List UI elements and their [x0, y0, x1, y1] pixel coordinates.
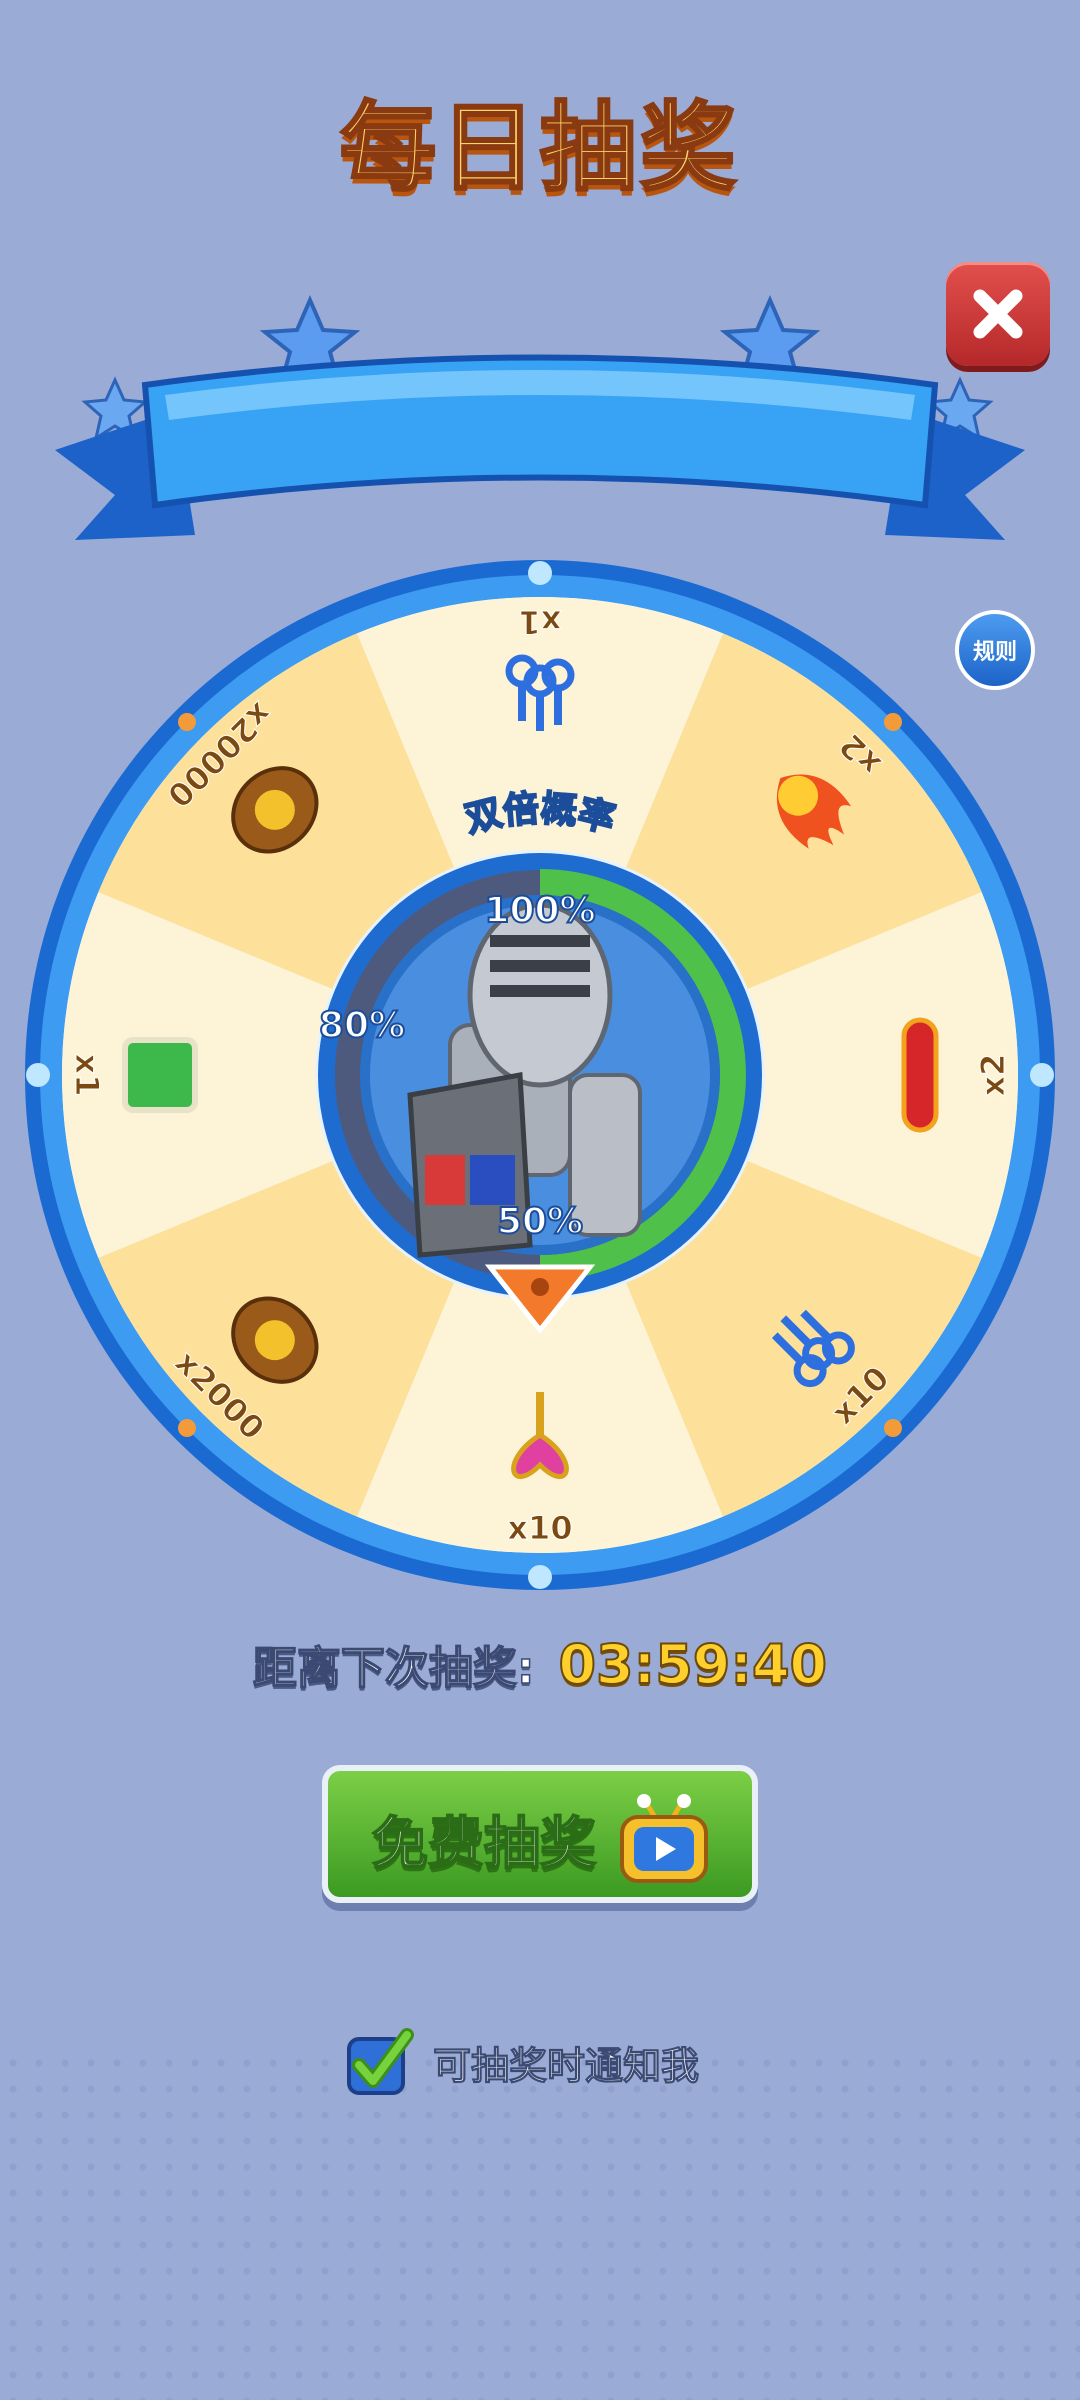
free-spin-button[interactable]: 免费抽奖 [322, 1765, 758, 1903]
timer-label: 距离下次抽奖: [252, 1642, 535, 1695]
notify-option[interactable]: 可抽奖时通知我 [345, 2022, 700, 2102]
timer-value: 03:59:40 [557, 1632, 828, 1697]
segment-amount-label: x1 [68, 1054, 106, 1097]
mystery-box-icon [122, 1037, 198, 1113]
next-spin-timer: 距离下次抽奖: 03:59:40 [0, 1632, 1080, 1697]
close-icon [973, 289, 1023, 339]
page-title: 每日抽奖 [339, 91, 740, 206]
progress-label-80: 80% [319, 1005, 405, 1046]
free-spin-label: 免费抽奖 [371, 1811, 597, 1878]
segment-amount-label: x10 [507, 1509, 572, 1547]
prize-wheel: x1 x2 x2 x10 x10 x2000 x1 x20000 双倍概率 10… [20, 555, 1060, 1595]
video-ad-icon [620, 1794, 708, 1883]
notify-label: 可抽奖时通知我 [432, 2043, 700, 2088]
segment-amount-label: x2 [974, 1054, 1012, 1097]
skateboard-icon [901, 1017, 939, 1133]
close-button[interactable] [946, 262, 1050, 366]
checkbox-checked-icon[interactable] [345, 2027, 415, 2097]
progress-label-100: 100% [484, 890, 595, 931]
dotted-background [0, 2050, 1080, 2400]
progress-label-50: 50% [497, 1201, 583, 1242]
segment-amount-label: x1 [519, 603, 562, 641]
title-banner [55, 290, 1025, 560]
